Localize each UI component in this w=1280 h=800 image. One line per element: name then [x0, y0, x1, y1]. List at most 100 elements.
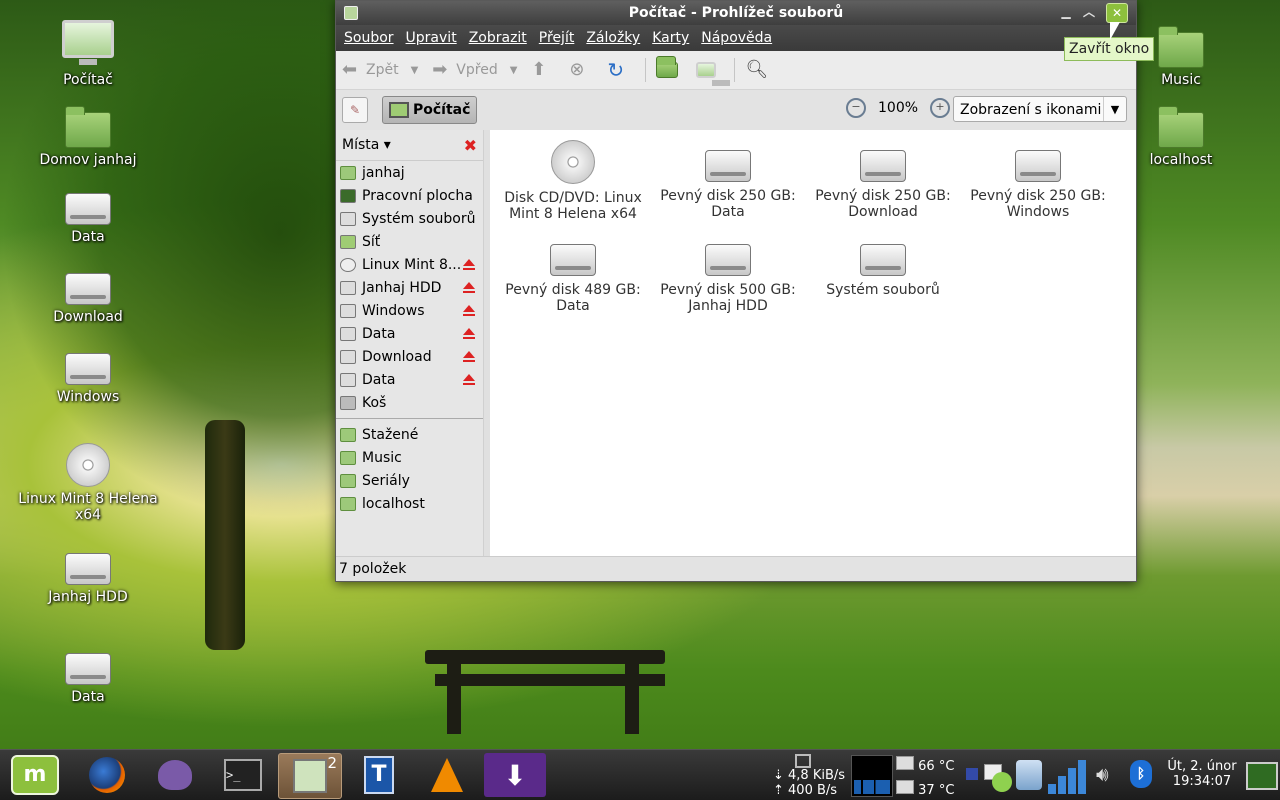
forward-arrow-icon: ➡	[432, 59, 448, 80]
sidebar-bookmark-serialy[interactable]: Seriály	[336, 469, 483, 492]
file-item[interactable]: Disk CD/DVD: Linux Mint 8 Helena x64	[498, 140, 648, 222]
taskbar-downloader[interactable]: ⬇	[484, 753, 546, 797]
music-folder-icon	[1158, 26, 1204, 68]
desktop-icon-download[interactable]: Download	[18, 273, 158, 325]
toggle-location-edit-button[interactable]: ✎	[342, 97, 368, 123]
zoom-out-icon[interactable]: −	[846, 98, 866, 118]
mint-menu-button[interactable]: m	[4, 753, 66, 797]
drive-icon	[340, 211, 356, 226]
computer-button[interactable]	[696, 62, 731, 86]
show-desktop-icon[interactable]	[1246, 762, 1278, 790]
sidebar-item-network[interactable]: Síť	[336, 230, 483, 253]
file-item[interactable]: Systém souborů	[808, 244, 958, 298]
sidebar-item-download[interactable]: Download	[336, 345, 483, 368]
desktop-icon-windows[interactable]: Windows	[18, 353, 158, 405]
menu-karty[interactable]: Karty	[652, 30, 689, 46]
taskbar-pidgin[interactable]	[144, 753, 206, 797]
taskbar-terminal[interactable]: >_	[212, 753, 274, 797]
network-monitor[interactable]: ⇣ 4,8 KiB/s ⇡ 400 B/s	[773, 754, 845, 798]
update-manager-icon[interactable]	[992, 772, 1012, 792]
taskbar-vlc[interactable]	[416, 753, 478, 797]
menu-upravit[interactable]: Upravit	[406, 30, 457, 46]
desktop-icon-data[interactable]: Data	[18, 193, 158, 245]
sidebar-item-data[interactable]: Data	[336, 322, 483, 345]
sidebar-item-filesystem[interactable]: Systém souborů	[336, 207, 483, 230]
sidebar-mode-select[interactable]: Místa ▾	[342, 137, 391, 153]
sidebar-bookmark-stazene[interactable]: Stažené	[336, 423, 483, 446]
eject-icon[interactable]	[463, 282, 475, 293]
search-button[interactable]: 🔍︎	[745, 60, 769, 80]
eject-icon[interactable]	[463, 259, 475, 270]
desktop-icon-data-2[interactable]: Data	[18, 653, 158, 705]
drive-icon	[65, 653, 111, 685]
menu-zobrazit[interactable]: Zobrazit	[469, 30, 527, 46]
stop-button[interactable]: ⊗	[569, 60, 593, 80]
zoom-level[interactable]: 100%	[878, 100, 918, 116]
menu-soubor[interactable]: Soubor	[344, 30, 394, 46]
desktop-icon-janhaj-hdd[interactable]: Janhaj HDD	[18, 553, 158, 605]
temperature-monitor[interactable]: 66 °C 37 °C	[896, 756, 954, 798]
up-button[interactable]: ⬆	[531, 60, 555, 80]
taskbar-file-manager[interactable]: 2	[278, 753, 342, 799]
sidebar-item-data-2[interactable]: Data	[336, 368, 483, 391]
forward-button[interactable]: ➡ Vpřed ▼	[432, 60, 517, 80]
desktop-icon-linuxmint-disc[interactable]: Linux Mint 8 Helena x64	[18, 443, 158, 523]
sidebar-item-desktop[interactable]: Pracovní plocha	[336, 184, 483, 207]
eject-icon[interactable]	[463, 374, 475, 385]
taskbar-text-editor[interactable]: T	[348, 753, 410, 797]
file-item[interactable]: Pevný disk 489 GB: Data	[498, 244, 648, 314]
wifi-signal-icon[interactable]	[1046, 750, 1092, 800]
maximize-button[interactable]: ︿	[1079, 3, 1099, 21]
view-mode-select[interactable]: Zobrazení s ikonami ▼	[953, 96, 1127, 122]
menu-zalozky[interactable]: Záložky	[586, 30, 640, 46]
back-button[interactable]: ⬅ Zpět ▼	[342, 60, 418, 80]
pidgin-icon	[158, 760, 192, 790]
sidebar-item-linuxmint-disc[interactable]: Linux Mint 8...	[336, 253, 483, 276]
menu-napoveda[interactable]: Nápověda	[701, 30, 772, 46]
zoom-in-icon[interactable]: +	[930, 98, 951, 118]
clock[interactable]: Út, 2. únor 19:34:07	[1163, 759, 1241, 789]
taskbar-firefox[interactable]	[76, 753, 138, 797]
bluetooth-icon[interactable]: ᛒ	[1130, 760, 1152, 788]
sidebar-header: Místa ▾ ✖	[336, 130, 483, 161]
desktop-icon-home[interactable]: Domov janhaj	[18, 106, 158, 168]
minimize-button[interactable]: ▁	[1056, 3, 1076, 21]
cpu-graph[interactable]	[851, 755, 893, 797]
file-item[interactable]: Pevný disk 250 GB: Data	[653, 150, 803, 220]
desktop-icon-computer[interactable]: Počítač	[18, 20, 158, 88]
keyboard-layout-icon[interactable]	[966, 768, 978, 780]
close-sidebar-icon[interactable]: ✖	[464, 136, 477, 155]
disk-temp-icon	[896, 780, 914, 794]
eject-icon[interactable]	[463, 305, 475, 316]
sidebar-bookmark-music[interactable]: Music	[336, 446, 483, 469]
file-item[interactable]: Pevný disk 500 GB: Janhaj HDD	[653, 244, 803, 314]
menu-prejit[interactable]: Přejít	[539, 30, 575, 46]
sidebar-item-trash[interactable]: Koš	[336, 391, 483, 414]
close-button[interactable]: ✕	[1106, 3, 1128, 23]
search-icon: 🔍︎	[745, 59, 769, 80]
file-item[interactable]: Pevný disk 250 GB: Windows	[963, 150, 1113, 220]
window-titlebar[interactable]: Počítač - Prohlížeč souborů ▁ ︿ ✕	[336, 1, 1136, 25]
folder-icon	[340, 427, 356, 442]
eject-icon[interactable]	[463, 351, 475, 362]
battery-icon[interactable]	[1016, 760, 1042, 790]
sidebar-item-janhaj[interactable]: janhaj	[336, 161, 483, 184]
file-item[interactable]: Pevný disk 250 GB: Download	[808, 150, 958, 220]
sidebar: Místa ▾ ✖ janhaj Pracovní plocha Systém …	[336, 130, 484, 557]
clock-date: Út, 2. únor	[1167, 759, 1237, 774]
volume-icon[interactable]: 🔊︎	[1096, 762, 1109, 786]
sidebar-item-windows[interactable]: Windows	[336, 299, 483, 322]
eject-icon[interactable]	[463, 328, 475, 339]
back-dropdown-icon[interactable]: ▼	[411, 65, 419, 76]
home-button[interactable]	[656, 56, 682, 78]
forward-dropdown-icon[interactable]: ▼	[510, 65, 518, 76]
drive-icon	[340, 303, 356, 318]
path-button-pocitac[interactable]: Počítač	[382, 96, 478, 124]
sidebar-item-janhaj-hdd[interactable]: Janhaj HDD	[336, 276, 483, 299]
reload-button[interactable]: ↻	[607, 60, 631, 80]
cpu-temp-icon	[896, 756, 914, 770]
desktop-icon-localhost[interactable]: localhost	[1136, 106, 1226, 168]
folder-icon	[340, 450, 356, 465]
sidebar-bookmark-localhost[interactable]: localhost	[336, 492, 483, 515]
drive-icon	[705, 150, 751, 182]
